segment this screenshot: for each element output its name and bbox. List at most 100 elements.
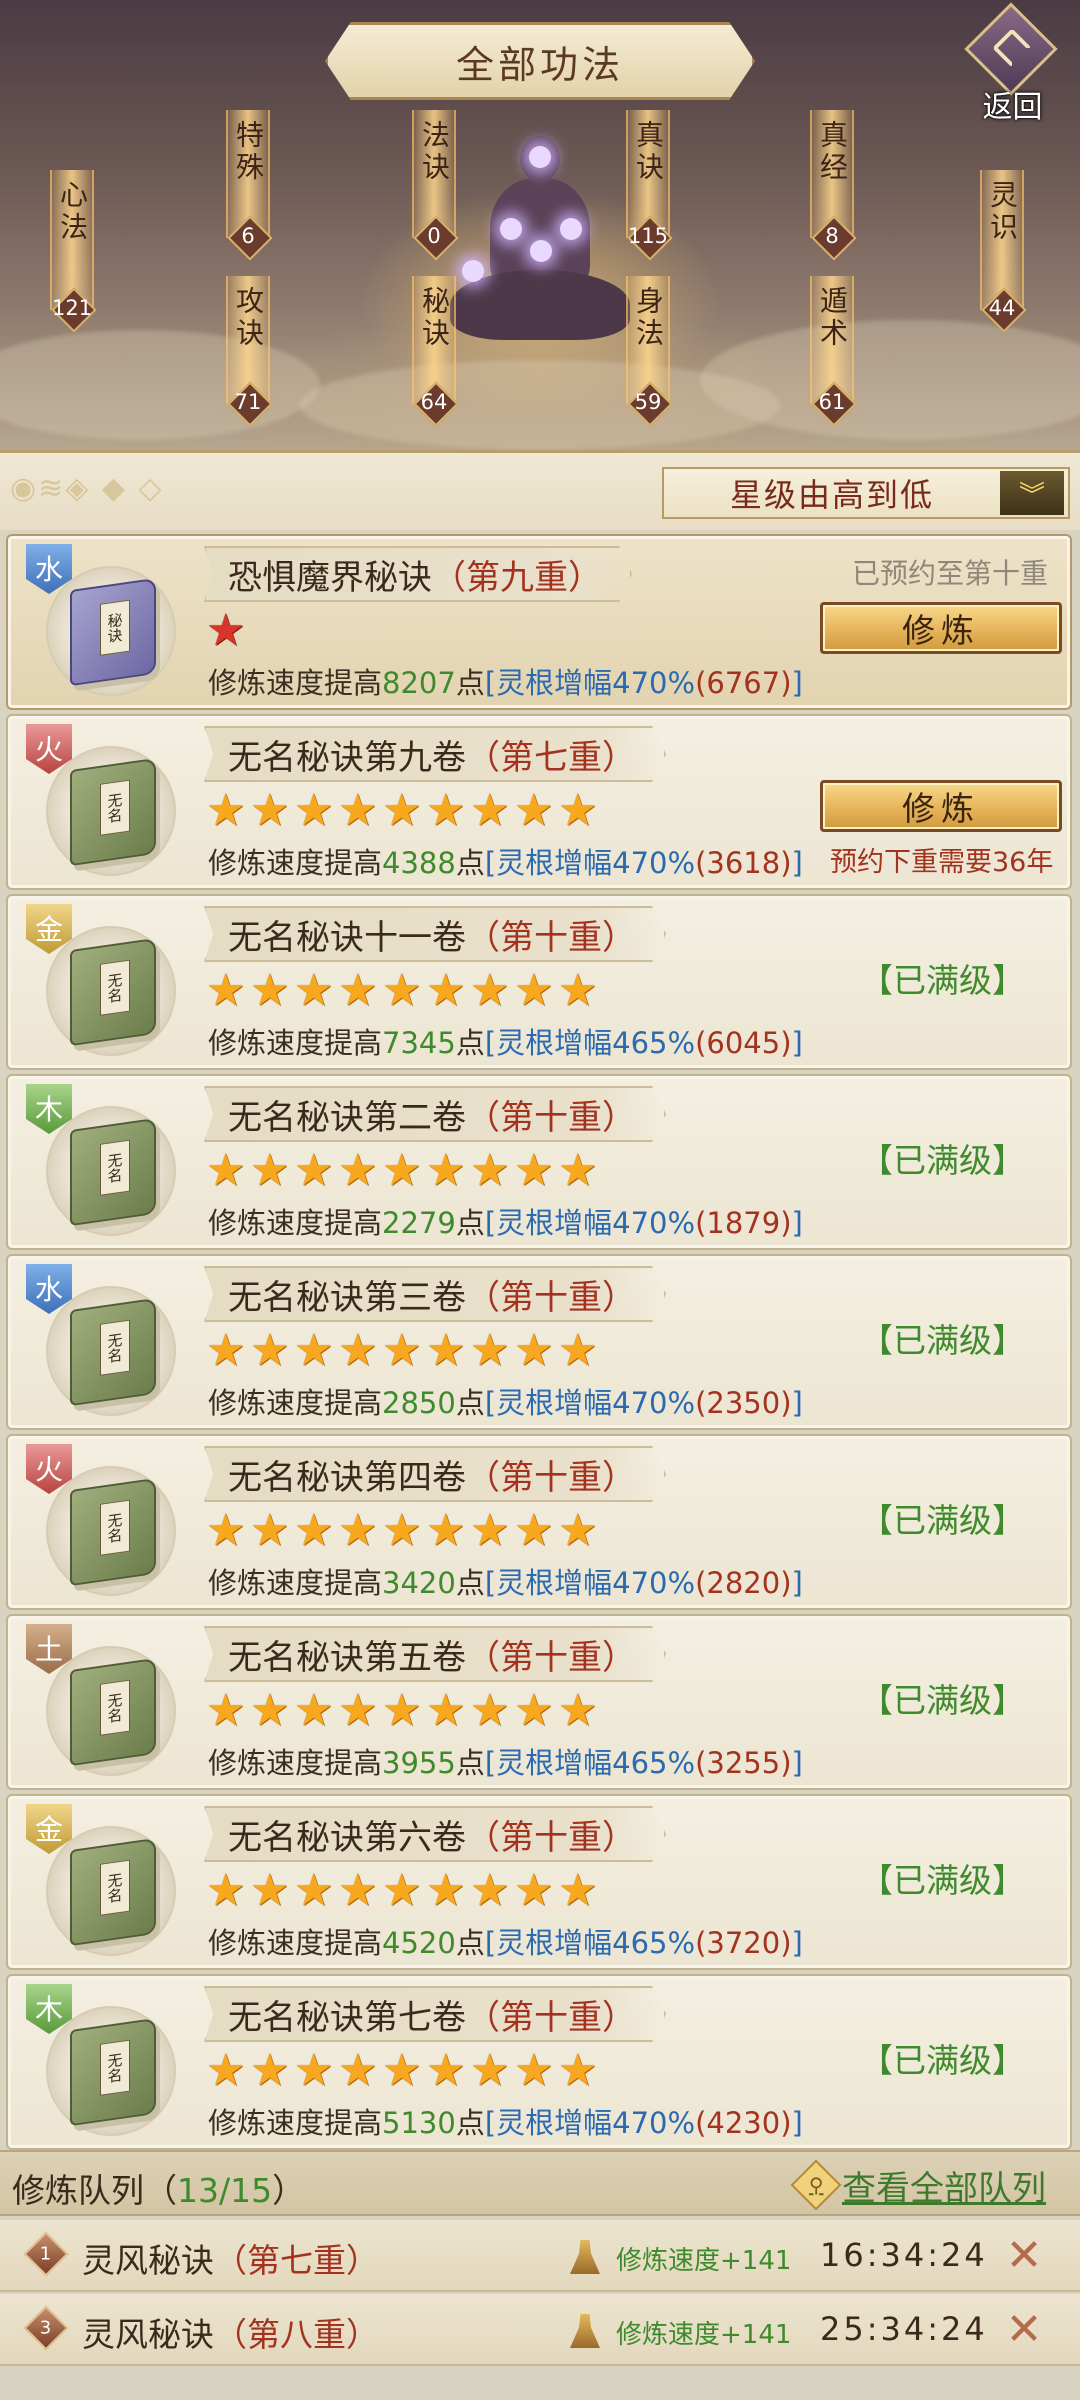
star-rating: ★ ★ ★ ★ ★ ★ ★ ★ ★ [206, 1145, 600, 1196]
star-icon: ★ [558, 965, 598, 1016]
sort-dropdown[interactable]: 星级由高到低 ︾ [662, 467, 1070, 519]
root-bonus: [灵根增幅465% [484, 1746, 696, 1780]
category-zhenjing[interactable]: 真经 8 [810, 110, 854, 248]
star-icon: ★ [250, 2045, 290, 2096]
max-level-label: 【已满级】 [860, 961, 1025, 1000]
queue-slot-icon: 3 [23, 2305, 69, 2351]
queue-row[interactable]: 3 灵风秘诀（第八重） 修炼速度+141 25:34:24 ✕ [0, 2294, 1080, 2366]
technique-name: 无名秘诀第七卷 （第十重） [204, 1986, 666, 2042]
star-icon: ★ [558, 785, 598, 836]
technique-card[interactable]: 无名水无名秘诀第三卷 （第十重） ★ ★ ★ ★ ★ ★ ★ ★ ★ 修炼速度提高2850点[灵根增幅… [6, 1254, 1072, 1430]
star-icon: ★ [206, 785, 246, 836]
technique-card[interactable]: 无名土无名秘诀第五卷 （第十重） ★ ★ ★ ★ ★ ★ ★ ★ ★ 修炼速度提高3955点[灵根增幅… [6, 1614, 1072, 1790]
star-icon: ★ [470, 1865, 510, 1916]
category-count: 64 [414, 382, 454, 422]
star-icon: ★ [426, 1505, 466, 1556]
technique-tier: （第九重） [432, 557, 602, 598]
speed-value: 8207 [382, 666, 456, 700]
category-xinfa[interactable]: 心法 121 [50, 170, 94, 320]
view-all-queue-link[interactable]: ⚲ 查看全部队列 [790, 2159, 1046, 2211]
cancel-icon[interactable]: ✕ [1002, 2308, 1046, 2352]
technique-card[interactable]: 无名木无名秘诀第七卷 （第十重） ★ ★ ★ ★ ★ ★ ★ ★ ★ 修炼速度提高5130点[灵根增幅… [6, 1974, 1072, 2150]
incense-burner-icon [570, 2314, 600, 2348]
category-teshu[interactable]: 特殊 6 [226, 110, 270, 248]
category-gongjue[interactable]: 攻诀 71 [226, 276, 270, 414]
star-rating: ★ ★ ★ ★ ★ ★ ★ ★ ★ [206, 1865, 600, 1916]
star-icon: ★ [382, 1865, 422, 1916]
book-icon: 秘诀 [70, 577, 156, 687]
star-icon: ★ [514, 965, 554, 1016]
category-zhenjue[interactable]: 真诀 115 [626, 110, 670, 248]
technique-stats: 修炼速度提高7345点[灵根增幅465%(6045)] [208, 1026, 803, 1060]
train-button[interactable]: 修炼 [820, 602, 1062, 654]
technique-card[interactable]: 无名金无名秘诀十一卷 （第十重） ★ ★ ★ ★ ★ ★ ★ ★ ★ 修炼速度提高7345点[灵根增幅… [6, 894, 1072, 1070]
category-mijue[interactable]: 秘诀 64 [412, 276, 456, 414]
star-rating: ★ ★ ★ ★ ★ ★ ★ ★ ★ [206, 1325, 600, 1376]
category-count: 44 [982, 288, 1022, 328]
max-level-label: 【已满级】 [860, 1501, 1025, 1540]
queue-row[interactable]: 1 灵风秘诀（第七重） 修炼速度+141 16:34:24 ✕ [0, 2220, 1080, 2292]
queue-item-name: 灵风秘诀（第七重） [82, 2241, 379, 2280]
star-icon: ★ [206, 1145, 246, 1196]
technique-stats: 修炼速度提高2850点[灵根增幅470%(2350)] [208, 1386, 803, 1420]
star-icon: ★ [250, 1145, 290, 1196]
speed-value: 5130 [382, 2106, 456, 2140]
star-icon: ★ [470, 2045, 510, 2096]
max-level-label: 【已满级】 [860, 1141, 1025, 1180]
star-icon: ★ [294, 785, 334, 836]
technique-tier: （第十重） [466, 1277, 636, 1318]
max-level-label: 【已满级】 [860, 1861, 1025, 1900]
root-bonus-value: (6045) [695, 1026, 792, 1060]
category-fajue[interactable]: 法诀 0 [412, 110, 456, 248]
view-all-queue-label: 查看全部队列 [842, 2168, 1046, 2209]
star-icon: ★ [558, 1325, 598, 1376]
star-icon: ★ [558, 2045, 598, 2096]
page-title: 全部功法 [325, 22, 755, 100]
cloud-decoration [300, 360, 780, 450]
queue-count: 13/15 [177, 2171, 273, 2210]
speed-value: 7345 [382, 1026, 456, 1060]
reserved-note: 已预约至第十重 [851, 557, 1048, 590]
root-bonus: [灵根增幅470% [484, 1386, 696, 1420]
technique-tier: （第七重） [466, 737, 636, 778]
speed-value: 3955 [382, 1746, 456, 1780]
technique-tier: （第十重） [466, 1637, 636, 1678]
star-icon: ★ [338, 785, 378, 836]
header-banner: 全部功法 返回 心法 121 特殊 6 攻诀 71 法诀 0 秘诀 64 真诀 … [0, 0, 1080, 450]
star-icon: ★ [382, 785, 422, 836]
back-button[interactable]: 返回 [960, 2, 1065, 125]
category-dunshu[interactable]: 遁术 61 [810, 276, 854, 414]
star-icon: ★ [470, 965, 510, 1016]
star-icon: ★ [206, 965, 246, 1016]
star-icon: ★ [426, 785, 466, 836]
category-shenfa[interactable]: 身法 59 [626, 276, 670, 414]
technique-card[interactable]: 无名火无名秘诀第九卷 （第七重） ★ ★ ★ ★ ★ ★ ★ ★ ★ 修炼速度提高4388点[灵根增幅… [6, 714, 1072, 890]
queue-header: 修炼队列（13/15） ⚲ 查看全部队列 [0, 2150, 1080, 2216]
star-icon: ★ [558, 1145, 598, 1196]
star-icon: ★ [426, 2045, 466, 2096]
category-lingshi[interactable]: 灵识 44 [980, 170, 1024, 320]
technique-card[interactable]: 无名火无名秘诀第四卷 （第十重） ★ ★ ★ ★ ★ ★ ★ ★ ★ 修炼速度提高3420点[灵根增幅… [6, 1434, 1072, 1610]
technique-card[interactable]: 无名木无名秘诀第二卷 （第十重） ★ ★ ★ ★ ★ ★ ★ ★ ★ 修炼速度提高2279点[灵根增幅… [6, 1074, 1072, 1250]
category-count: 71 [228, 382, 268, 422]
technique-card[interactable]: 秘诀水恐惧魔界秘诀 （第九重） ★ 修炼速度提高8207点[灵根增幅470%(6767… [6, 534, 1072, 710]
category-count: 121 [52, 288, 92, 328]
technique-tier: （第十重） [466, 1997, 636, 2038]
star-rating: ★ ★ ★ ★ ★ ★ ★ ★ ★ [206, 785, 600, 836]
star-icon: ★ [206, 2045, 246, 2096]
category-label: 法诀 [418, 120, 451, 184]
technique-tier: （第十重） [466, 1457, 636, 1498]
star-icon: ★ [206, 1505, 246, 1556]
train-button[interactable]: 修炼 [820, 780, 1062, 832]
technique-stats: 修炼速度提高4520点[灵根增幅465%(3720)] [208, 1926, 803, 1960]
cancel-icon[interactable]: ✕ [1002, 2234, 1046, 2278]
star-icon: ★ [294, 2045, 334, 2096]
star-icon: ★ [382, 2045, 422, 2096]
root-bonus: [灵根增幅470% [484, 1206, 696, 1240]
book-label: 无名 [100, 1859, 130, 1916]
technique-card[interactable]: 无名金无名秘诀第六卷 （第十重） ★ ★ ★ ★ ★ ★ ★ ★ ★ 修炼速度提高4520点[灵根增幅… [6, 1794, 1072, 1970]
star-icon: ★ [250, 1325, 290, 1376]
technique-name: 无名秘诀第四卷 （第十重） [204, 1446, 666, 1502]
root-bonus-value: (6767) [695, 666, 792, 700]
star-icon: ★ [338, 1325, 378, 1376]
